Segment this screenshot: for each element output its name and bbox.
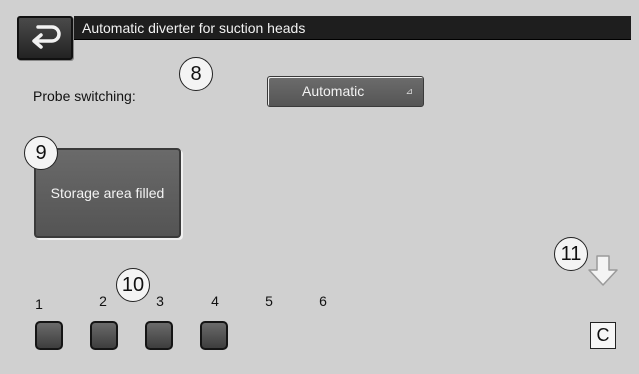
suction-head-label-3: 3	[156, 293, 164, 309]
probe-switching-value: Automatic	[302, 83, 365, 99]
callout-8: 8	[179, 57, 213, 91]
probe-switching-select[interactable]: Automatic ⊿	[267, 76, 424, 107]
suction-head-button-1[interactable]	[35, 321, 63, 350]
callout-10: 10	[116, 268, 150, 302]
callout-11: 11	[554, 237, 588, 271]
suction-head-label-2: 2	[99, 293, 107, 309]
suction-head-label-1: 1	[35, 296, 43, 312]
suction-head-label-5: 5	[265, 293, 273, 309]
probe-switching-label: Probe switching:	[33, 88, 136, 104]
callout-9: 9	[24, 136, 58, 170]
suction-head-label-4: 4	[211, 293, 219, 309]
suction-head-button-3[interactable]	[145, 321, 173, 350]
suction-head-label-6: 6	[319, 293, 327, 309]
storage-area-filled-label: Storage area filled	[50, 185, 165, 201]
suction-head-button-4[interactable]	[200, 321, 228, 350]
screen: Automatic diverter for suction heads 8 P…	[0, 0, 639, 374]
back-button[interactable]	[17, 16, 73, 60]
down-arrow-icon[interactable]	[586, 253, 622, 294]
back-arrow-icon	[28, 23, 62, 54]
dropdown-indicator-icon: ⊿	[405, 86, 413, 96]
storage-area-filled-button[interactable]: Storage area filled	[34, 148, 181, 238]
suction-head-button-2[interactable]	[90, 321, 118, 350]
page-title: Automatic diverter for suction heads	[74, 16, 631, 40]
corner-c-button[interactable]: C	[590, 322, 616, 349]
